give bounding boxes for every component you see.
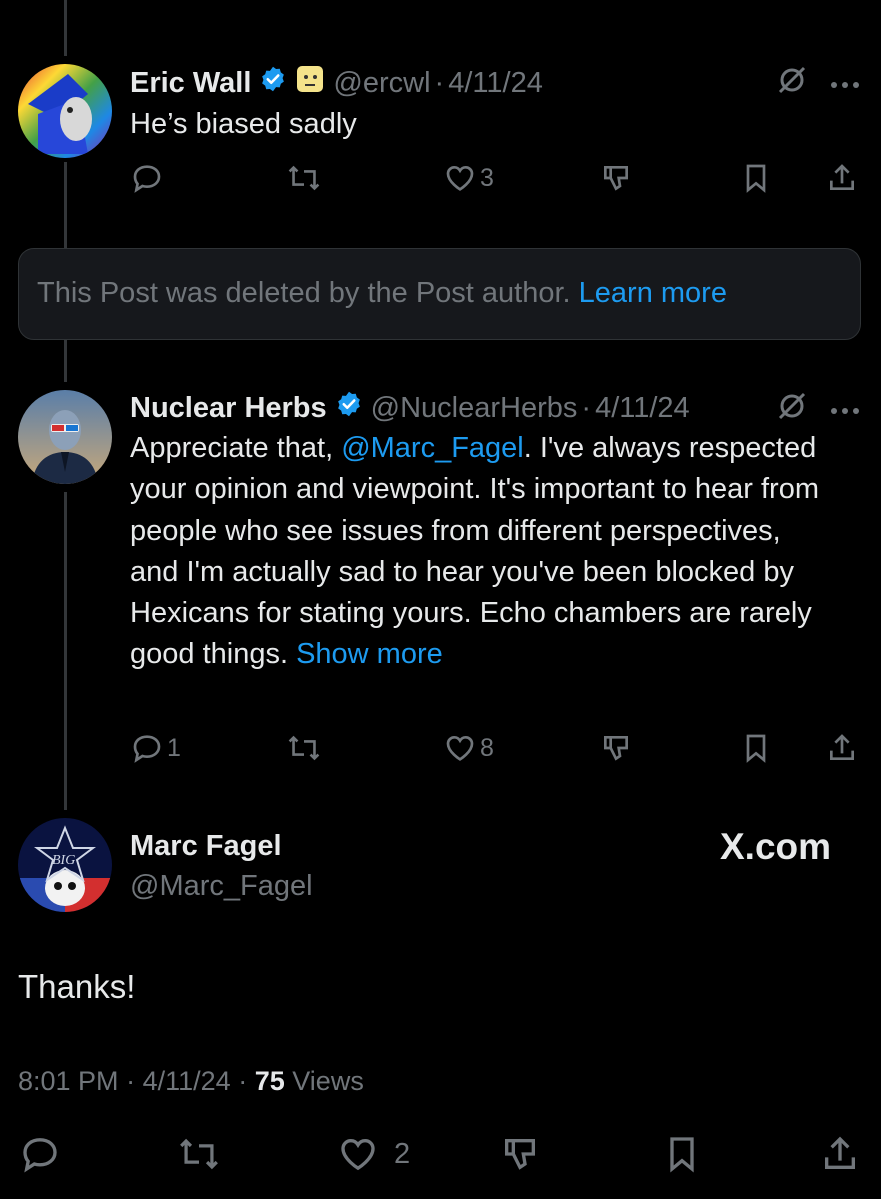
share-button[interactable] xyxy=(820,1134,860,1174)
deleted-post-notice: This Post was deleted by the Post author… xyxy=(18,248,861,340)
retweet-icon xyxy=(288,165,320,191)
like-icon xyxy=(341,1138,375,1171)
retweet-icon xyxy=(180,1138,218,1170)
tweet-header: Nuclear Herbs @NuclearHerbs · 4/11/24 xyxy=(130,390,690,426)
emoji-badge-icon xyxy=(295,64,325,102)
views-count: 75 xyxy=(254,1066,285,1096)
share-button[interactable] xyxy=(826,162,858,194)
share-icon xyxy=(830,734,854,760)
bookmark-button[interactable] xyxy=(662,1134,702,1174)
dislike-button[interactable] xyxy=(500,1134,540,1174)
thread-line-2 xyxy=(64,340,67,382)
retweet-button[interactable] xyxy=(178,1134,220,1174)
share-icon xyxy=(830,164,854,190)
tweet-time[interactable]: 8:01 PM xyxy=(18,1066,119,1096)
like-icon xyxy=(446,735,474,761)
avatar[interactable] xyxy=(18,390,112,484)
learn-more-link[interactable]: Learn more xyxy=(579,277,727,309)
avatar[interactable] xyxy=(18,64,112,158)
grok-icon[interactable] xyxy=(776,64,808,101)
dislike-button[interactable] xyxy=(600,162,632,194)
retweet-button[interactable] xyxy=(287,732,321,764)
retweet-button[interactable] xyxy=(287,162,321,194)
bookmark-icon xyxy=(746,734,766,763)
like-count: 8 xyxy=(480,733,494,762)
reply-icon xyxy=(133,165,161,193)
reply-button[interactable]: 1 xyxy=(131,732,181,764)
show-more-link[interactable]: Show more xyxy=(296,638,443,670)
author-name[interactable]: Eric Wall xyxy=(130,67,251,100)
like-count: 2 xyxy=(394,1137,411,1170)
dislike-icon xyxy=(604,736,628,761)
tweet-text: Appreciate that, @Marc_Fagel. I've alway… xyxy=(130,428,830,676)
main-author-name-row: Marc Fagel xyxy=(130,830,282,863)
bookmark-button[interactable] xyxy=(740,732,772,764)
mention-link[interactable]: @Marc_Fagel xyxy=(341,432,524,464)
reply-icon xyxy=(23,1138,57,1173)
tweet-header: Eric Wall @ercwl · 4/11/24 xyxy=(130,64,543,102)
tweet-text: Thanks! xyxy=(18,968,136,1005)
thread-line-1 xyxy=(64,162,67,248)
bookmark-icon xyxy=(670,1137,694,1173)
tweet-date[interactable]: 4/11/24 xyxy=(448,67,543,100)
more-icon[interactable] xyxy=(830,402,860,420)
dislike-button[interactable] xyxy=(600,732,632,764)
avatar[interactable]: BIG xyxy=(18,818,112,912)
reply-button[interactable] xyxy=(131,162,163,194)
reply-icon xyxy=(133,735,161,763)
avatar-logo-text: BIG xyxy=(52,853,75,868)
separator: · xyxy=(238,1066,248,1096)
bookmark-button[interactable] xyxy=(740,162,772,194)
dislike-icon xyxy=(505,1139,535,1170)
like-button[interactable]: 2 xyxy=(338,1134,410,1174)
more-icon[interactable] xyxy=(830,76,860,94)
xcom-watermark: X.com xyxy=(720,826,832,867)
separator: · xyxy=(581,391,592,424)
tweet-meta: 8:01 PM · 4/11/24 · 75 Views xyxy=(18,1066,364,1097)
dislike-icon xyxy=(604,166,628,191)
reply-count: 1 xyxy=(167,733,181,762)
author-handle[interactable]: @ercwl xyxy=(333,67,430,100)
tweet-text-start: Appreciate that, xyxy=(130,432,342,464)
main-author-handle-row: @Marc_Fagel xyxy=(130,870,313,903)
author-name[interactable]: Nuclear Herbs xyxy=(130,392,327,425)
thread-line-3 xyxy=(64,492,67,810)
author-handle[interactable]: @Marc_Fagel xyxy=(130,870,313,903)
share-icon xyxy=(825,1136,855,1169)
retweet-icon xyxy=(288,735,320,761)
tweet-text: He’s biased sadly xyxy=(130,108,357,140)
views-label: Views xyxy=(292,1066,364,1096)
author-name[interactable]: Marc Fagel xyxy=(130,830,282,863)
grok-icon[interactable] xyxy=(776,390,808,427)
verified-badge-icon xyxy=(335,390,363,426)
tweet-date[interactable]: 4/11/24 xyxy=(595,392,690,425)
share-button[interactable] xyxy=(826,732,858,764)
thread-line-top xyxy=(64,0,67,56)
deleted-post-text: This Post was deleted by the Post author… xyxy=(37,277,571,309)
verified-badge-icon xyxy=(259,65,287,101)
like-icon xyxy=(446,165,474,191)
reply-button[interactable] xyxy=(20,1134,60,1174)
tweet-date[interactable]: 4/11/24 xyxy=(143,1066,231,1096)
like-button[interactable]: 8 xyxy=(444,732,494,764)
separator: · xyxy=(434,66,445,99)
like-count: 3 xyxy=(480,163,494,192)
like-button[interactable]: 3 xyxy=(444,162,494,194)
tweet-text-rest: . I've always respected your opinion and… xyxy=(130,432,820,671)
separator: · xyxy=(126,1066,136,1096)
author-handle[interactable]: @NuclearHerbs xyxy=(371,392,578,425)
bookmark-icon xyxy=(746,164,766,193)
